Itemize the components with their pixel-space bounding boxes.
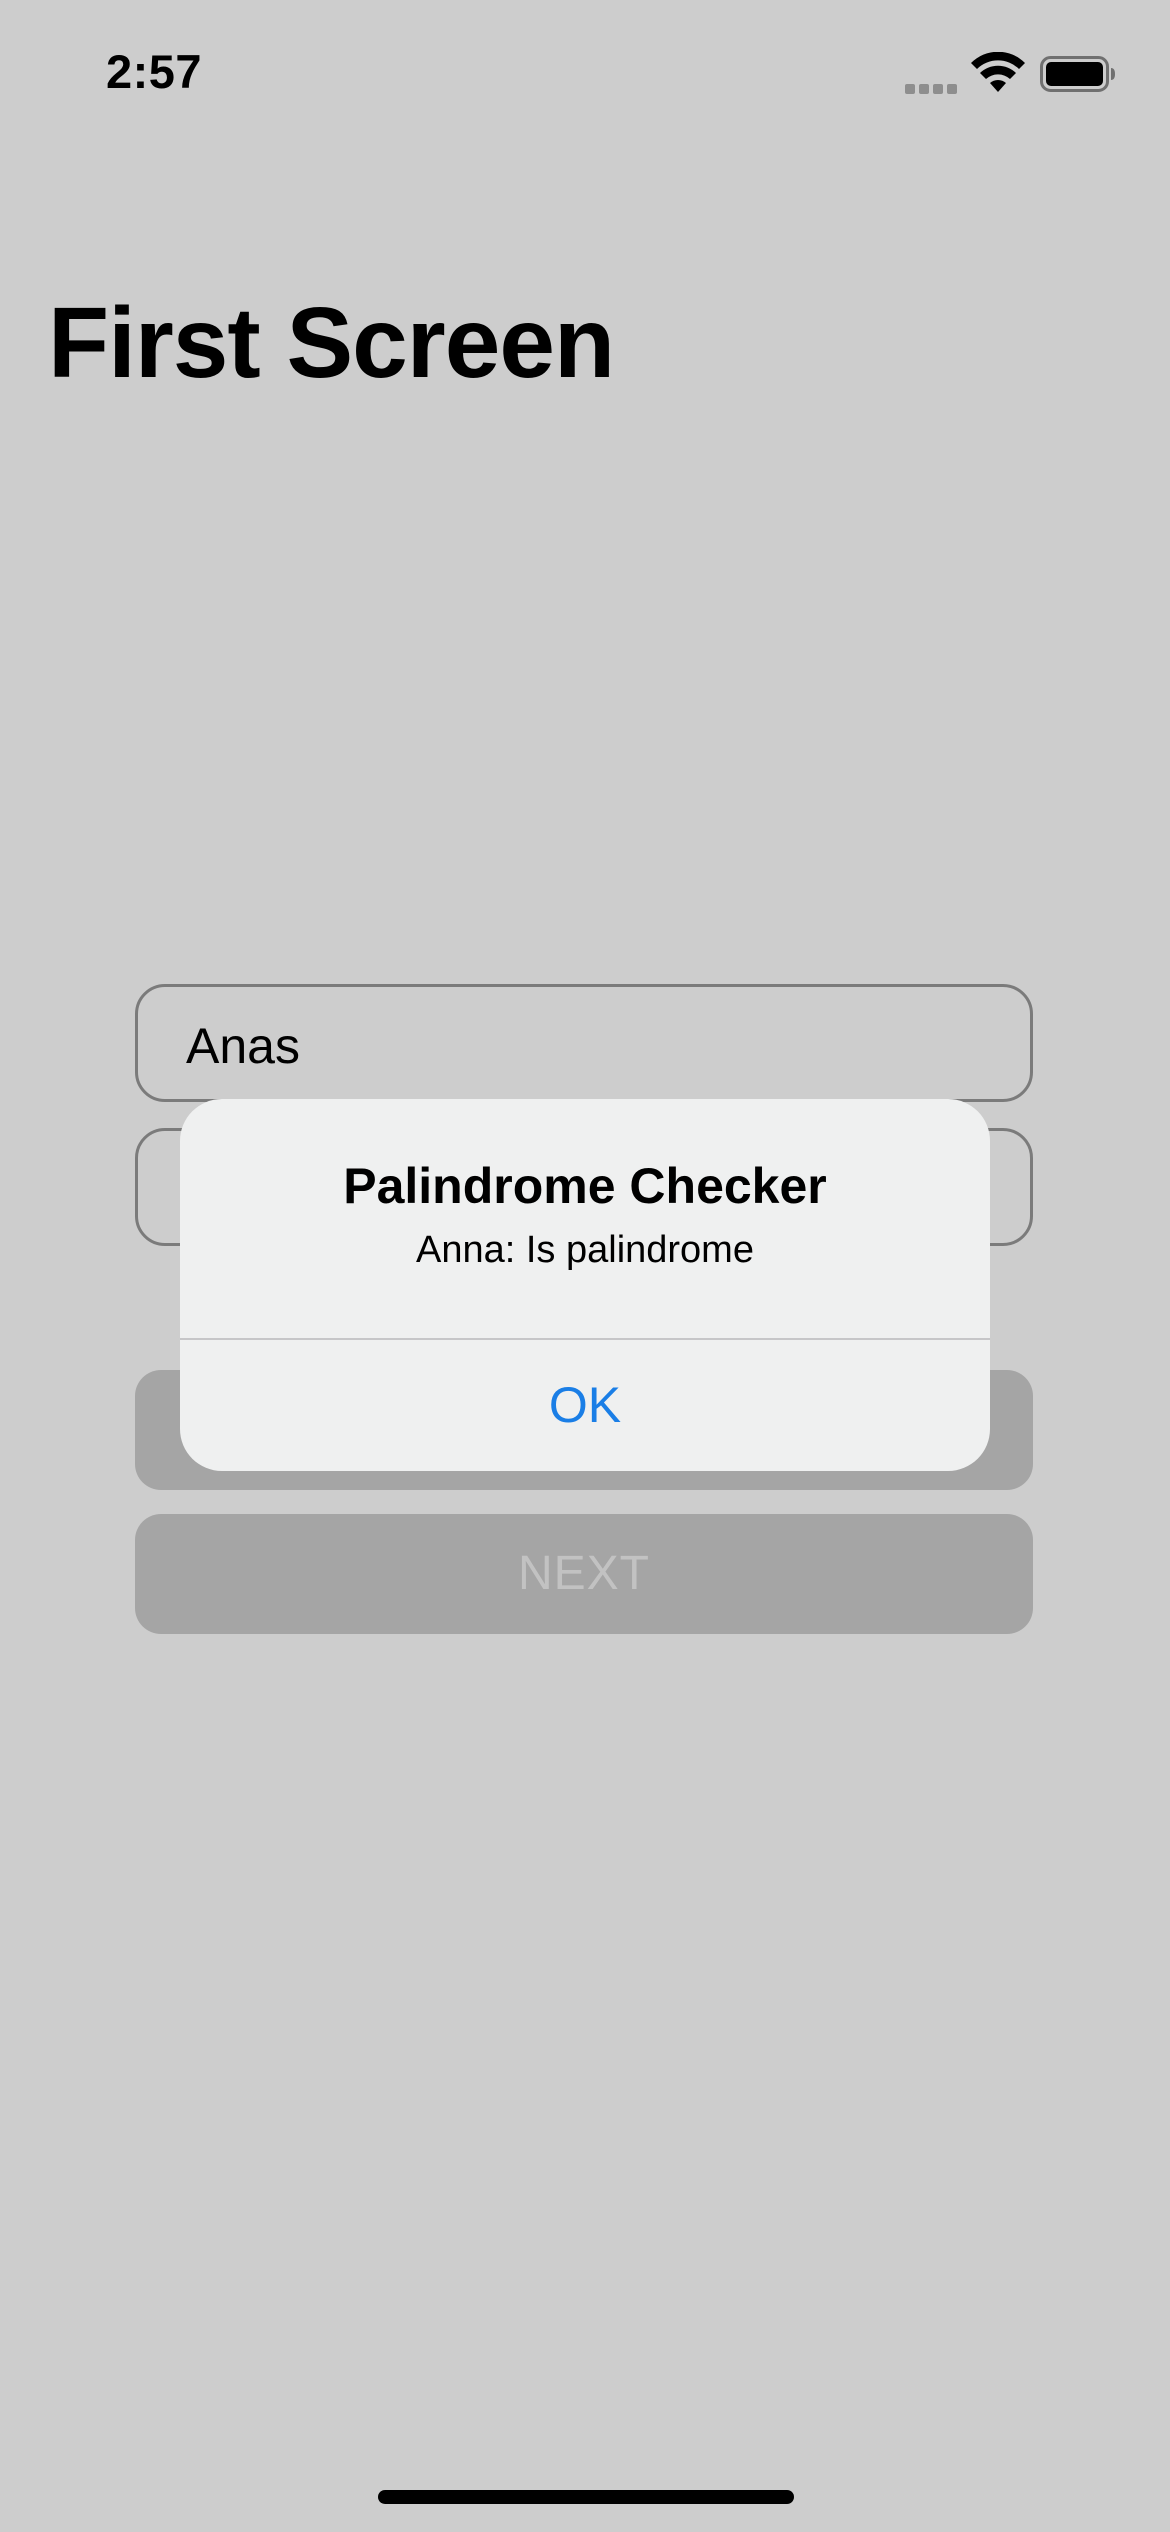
name-input-value: Anas	[186, 1018, 300, 1074]
wifi-icon	[971, 52, 1025, 92]
alert-ok-button[interactable]: OK	[180, 1340, 990, 1471]
name-input[interactable]: Anas	[135, 984, 1033, 1102]
alert-message: Anna: Is palindrome	[416, 1229, 754, 1271]
next-button[interactable]: NEXT	[135, 1514, 1033, 1634]
status-time: 2:57	[106, 45, 203, 98]
alert-title: Palindrome Checker	[343, 1158, 827, 1214]
palindrome-alert: Palindrome Checker Anna: Is palindrome O…	[180, 1099, 990, 1471]
home-indicator[interactable]	[378, 2490, 794, 2504]
status-bar: 2:57	[0, 0, 1170, 150]
cellular-signal-icon	[905, 80, 961, 94]
page-title: First Screen	[48, 287, 615, 399]
battery-icon	[1040, 56, 1115, 92]
